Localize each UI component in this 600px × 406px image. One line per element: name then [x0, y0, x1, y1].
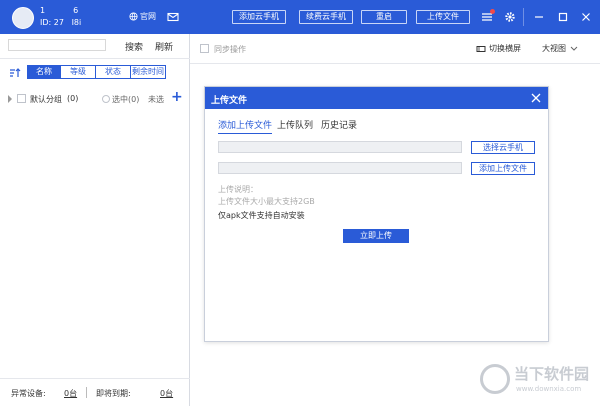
upload-dialog: 上传文件 添加上传文件 上传队列 历史记录 选择云手机 添加上传文件 上传说明：… — [204, 86, 549, 342]
main-toolbar: 同步操作 切换横屏 大视图 — [190, 34, 600, 64]
divider — [0, 58, 190, 59]
switch-orientation-button[interactable]: 切换横屏 — [476, 43, 521, 54]
sort-tab-status[interactable]: 状态 — [95, 65, 131, 79]
group-count: (0) — [67, 94, 79, 103]
add-group-button[interactable]: + — [171, 89, 183, 105]
sort-tabs: 名称 等级 状态 剩余时间 — [27, 65, 166, 79]
abnormal-devices-count[interactable]: 0台 — [64, 388, 77, 399]
sort-tab-level[interactable]: 等级 — [60, 65, 96, 79]
expiring-label: 即将到期: — [96, 389, 131, 398]
globe-icon — [129, 12, 138, 21]
watermark-url: www.downxia.com — [516, 385, 582, 393]
device-sidebar: 搜索 刷新 名称 等级 状态 剩余时间 默认分组 (0) 选中(0) 未选 + … — [0, 34, 190, 406]
official-site-label: 官网 — [140, 12, 156, 21]
view-size-select[interactable]: 大视图 — [542, 43, 578, 54]
upload-file-button[interactable]: 上传文件 — [416, 10, 470, 24]
switch-orientation-label: 切换横屏 — [489, 44, 521, 53]
close-icon — [582, 13, 590, 21]
chevron-right-icon[interactable] — [7, 95, 13, 103]
sort-tab-remaining-time[interactable]: 剩余时间 — [130, 65, 166, 79]
user-name: 1 6 — [40, 6, 79, 15]
upload-file-field[interactable] — [218, 162, 462, 174]
tab-history[interactable]: 历史记录 — [321, 118, 357, 133]
dialog-header: 上传文件 — [205, 87, 548, 109]
select-cloud-phone-button[interactable]: 选择云手机 — [471, 141, 535, 154]
apk-install-note: 仅apk文件支持自动安装 — [218, 211, 305, 220]
rotate-screen-icon — [476, 45, 486, 52]
restart-button[interactable]: 重启 — [361, 10, 407, 24]
tab-add-upload-file[interactable]: 添加上传文件 — [218, 118, 273, 134]
mail-icon[interactable] — [167, 11, 179, 23]
official-site-link[interactable]: 官网 — [129, 11, 156, 22]
selected-radio[interactable] — [102, 95, 110, 103]
watermark-logo-icon — [480, 364, 510, 394]
sort-icon[interactable] — [9, 67, 21, 79]
add-cloud-phone-button[interactable]: 添加云手机 — [232, 10, 286, 24]
watermark: 当下软件园 www.downxia.com — [480, 360, 598, 400]
sidebar-footer: 异常设备: 0台 即将到期: 0台 — [0, 378, 190, 406]
maximize-icon — [558, 12, 568, 22]
user-id: ID: 27 I8i — [40, 18, 82, 27]
notification-dot — [490, 9, 495, 14]
watermark-title: 当下软件园 — [514, 365, 590, 383]
abnormal-devices-label: 异常设备: — [11, 389, 46, 398]
settings-button[interactable] — [502, 9, 518, 25]
selected-phone-field[interactable] — [218, 141, 462, 153]
group-row[interactable]: 默认分组 (0) 选中(0) 未选 + — [0, 89, 190, 106]
expiring-count[interactable]: 0台 — [160, 388, 173, 399]
menu-button[interactable] — [479, 9, 495, 25]
add-upload-file-button[interactable]: 添加上传文件 — [471, 162, 535, 175]
view-size-label: 大视图 — [542, 44, 566, 53]
title-bar: 1 6 ID: 27 I8i 官网 添加云手机 续费云手机 重启 上传文件 — [0, 0, 600, 34]
renew-cloud-phone-button[interactable]: 续费云手机 — [299, 10, 353, 24]
group-checkbox[interactable] — [17, 94, 26, 103]
close-icon[interactable] — [530, 92, 542, 104]
refresh-button[interactable]: 刷新 — [155, 40, 173, 53]
selected-count: 选中(0) — [112, 95, 140, 104]
sort-tab-name[interactable]: 名称 — [27, 65, 61, 79]
dialog-title: 上传文件 — [211, 96, 248, 106]
title-separator — [523, 8, 524, 26]
unselected-label[interactable]: 未选 — [148, 94, 164, 105]
tab-upload-queue[interactable]: 上传队列 — [277, 118, 313, 133]
avatar[interactable] — [12, 7, 34, 29]
upload-note-title: 上传说明： — [218, 185, 258, 194]
sync-checkbox[interactable] — [200, 44, 209, 53]
minimize-icon — [535, 16, 543, 18]
group-name: 默认分组 — [30, 95, 62, 104]
footer-separator — [86, 387, 87, 398]
maximize-button[interactable] — [555, 9, 571, 25]
gear-icon — [505, 12, 515, 22]
upload-size-note: 上传文件大小最大支持2GB — [218, 197, 315, 206]
close-button[interactable] — [578, 9, 594, 25]
minimize-button[interactable] — [531, 9, 547, 25]
upload-now-button[interactable]: 立即上传 — [343, 229, 409, 243]
chevron-down-icon — [570, 46, 578, 51]
sync-label: 同步操作 — [214, 45, 246, 54]
search-input[interactable] — [8, 39, 106, 51]
search-button[interactable]: 搜索 — [125, 40, 143, 53]
